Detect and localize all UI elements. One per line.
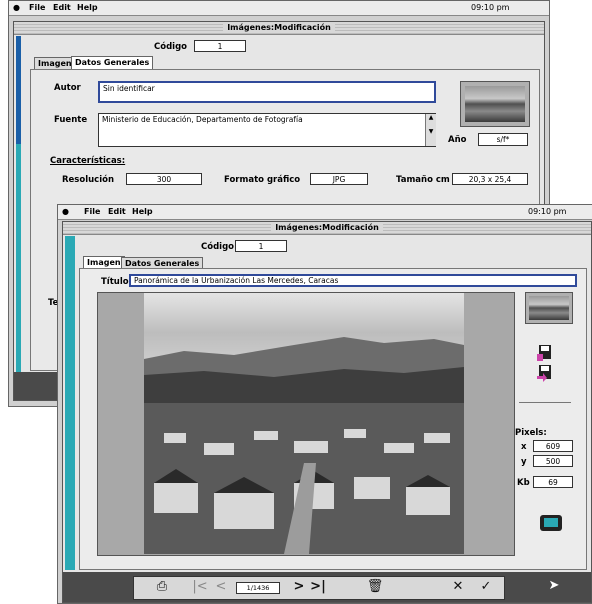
next-record-icon[interactable]: > <box>292 579 306 595</box>
pixels-label: Pixels: <box>515 428 547 438</box>
ano-label: Año <box>448 135 467 145</box>
save-icon[interactable] <box>537 344 553 362</box>
previous-record-icon[interactable]: < <box>214 579 228 595</box>
y-label: y <box>521 457 527 467</box>
cursor-icon: ➤ <box>548 578 560 593</box>
record-counter: 1/1436 <box>236 582 280 594</box>
formato-label: Formato gráfico <box>224 175 301 185</box>
image-viewer <box>97 292 515 556</box>
panel-divider <box>519 402 571 403</box>
x-field[interactable]: 609 <box>533 440 573 452</box>
bottom-toolbar: ⎙ |< < 1/1436 > >| 🗑 ✕ ✓ ➤ <box>63 572 591 602</box>
apple-icon[interactable]: ● <box>13 3 20 12</box>
menubar: ● File Edit Help 09:10 pm <box>9 1 549 16</box>
tamano-label: Tamaño cm <box>396 175 450 185</box>
window-title: Imágenes:Modificación <box>223 23 335 32</box>
side-accent-dark <box>16 36 21 144</box>
image-thumbnail <box>525 292 573 324</box>
photo <box>144 293 464 554</box>
accept-icon[interactable]: ✓ <box>478 579 494 595</box>
side-accent <box>65 236 75 570</box>
front-screen: ● File Edit Help 09:10 pm Imágenes:Modif… <box>57 204 592 604</box>
apple-icon[interactable]: ● <box>62 207 69 216</box>
delete-icon[interactable]: 🗑 <box>366 579 384 595</box>
fuente-field[interactable]: Ministerio de Educación, Departamento de… <box>98 113 436 147</box>
window-title: Imágenes:Modificación <box>271 223 383 232</box>
front-window: Imágenes:Modificación Código 1 Imagen Da… <box>62 221 592 603</box>
formato-field[interactable]: JPG <box>310 173 368 185</box>
menu-help[interactable]: Help <box>77 3 98 12</box>
kb-field[interactable]: 69 <box>533 476 573 488</box>
clock: 09:10 pm <box>471 3 510 12</box>
codigo-label: Código <box>201 242 234 252</box>
tamano-field[interactable]: 20,3 x 25,4 <box>452 173 528 185</box>
titulo-field[interactable]: Panorámica de la Urbanización Las Merced… <box>129 274 577 287</box>
resolucion-field[interactable]: 300 <box>126 173 202 185</box>
menu-edit[interactable]: Edit <box>53 3 71 12</box>
kb-label: Kb <box>517 478 530 488</box>
codigo-field[interactable]: 1 <box>194 40 246 52</box>
x-label: x <box>521 442 527 452</box>
monitor-icon[interactable] <box>539 514 563 532</box>
print-icon[interactable]: ⎙ <box>152 579 172 595</box>
ano-field[interactable]: s/f* <box>478 133 528 146</box>
y-field[interactable]: 500 <box>533 455 573 467</box>
titulo-label: Título <box>101 277 129 287</box>
autor-label: Autor <box>54 83 81 93</box>
window-titlebar[interactable]: Imágenes:Modificación <box>14 22 544 35</box>
tab-datos-generales[interactable]: Datos Generales <box>71 56 154 69</box>
fuente-scrollbar[interactable]: ▲ ▼ <box>425 114 436 146</box>
clock: 09:10 pm <box>528 207 567 216</box>
nav-bar: ⎙ |< < 1/1436 > >| 🗑 ✕ ✓ <box>133 576 505 600</box>
menu-edit[interactable]: Edit <box>108 207 126 216</box>
caracteristicas-label: Características: <box>50 156 126 166</box>
image-thumbnail <box>460 81 530 127</box>
last-record-icon[interactable]: >| <box>310 579 326 595</box>
export-icon[interactable] <box>537 364 553 382</box>
fuente-label: Fuente <box>54 115 88 125</box>
menu-file[interactable]: File <box>84 207 100 216</box>
window-titlebar[interactable]: Imágenes:Modificación <box>63 222 591 235</box>
menubar: ● File Edit Help 09:10 pm <box>58 205 592 220</box>
menu-help[interactable]: Help <box>132 207 153 216</box>
first-record-icon[interactable]: |< <box>192 579 208 595</box>
menu-file[interactable]: File <box>29 3 45 12</box>
autor-field[interactable]: Sin identificar <box>98 81 436 103</box>
codigo-label: Código <box>154 42 187 52</box>
resolucion-label: Resolución <box>62 175 115 185</box>
codigo-field[interactable]: 1 <box>235 240 287 252</box>
cancel-icon[interactable]: ✕ <box>450 579 466 595</box>
